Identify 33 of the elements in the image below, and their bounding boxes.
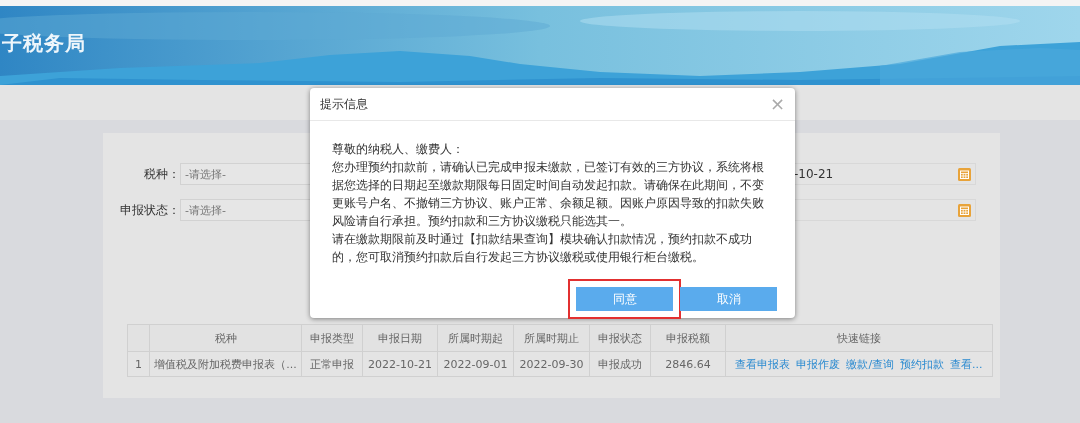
column-header: 申报类型 [301, 324, 363, 352]
table-cell: 2022-09-30 [513, 351, 590, 377]
site-title: 子税务局 [2, 30, 86, 57]
table-cell: 2846.64 [650, 351, 726, 377]
dialog-text: 尊敬的纳税人、缴费人： [332, 141, 465, 158]
dialog-text: 您办理预约扣款前，请确认已完成申报未缴款，已签订有效的三方协议，系统将根据您选择的日期起至缴款期限每日固定时间自动发起扣款。请确保在此期间，不变更账号户名、不撤销三方协议、账户正常、余额足额。因账户原因导致的扣款失败风险请自行承担。预约扣款和三方协议缴税只能选其一。 [332, 159, 765, 230]
dialog-text: 请在缴款期限前及时通过【扣款结果查询】模块确认扣款情况，预约扣款不成功的，您可取消预约扣款后自行发起三方协议缴税或使用银行柜台缴税。 [332, 231, 753, 266]
table-cell: 2022-09-01 [437, 351, 514, 377]
close-button[interactable]: × [769, 95, 785, 113]
column-header: 快速链接 [725, 324, 993, 352]
table-link[interactable]: 申报作废 [796, 356, 841, 372]
table-link[interactable]: 缴款/查询 [846, 356, 895, 372]
column-header: 所属时期止 [513, 324, 590, 352]
column-header: 税种 [149, 324, 302, 352]
table-link[interactable]: 查看... [950, 356, 983, 372]
table-link[interactable]: 查看申报表 [735, 356, 791, 372]
table-cell: 正常申报 [301, 351, 363, 377]
cancel-button[interactable]: 取消 [680, 287, 777, 311]
field-label: 申报状态： [119, 201, 180, 219]
table-cell: 2022-10-21 [362, 351, 438, 377]
agree-button[interactable]: 同意 [576, 287, 673, 311]
table-cell: 1 [127, 351, 150, 377]
table-link[interactable]: 预约扣款 [900, 356, 945, 372]
field-label: 税种： [143, 165, 180, 183]
calendar-icon[interactable] [958, 167, 971, 181]
column-header: 所属时期起 [437, 324, 514, 352]
column-header: 申报状态 [589, 324, 651, 352]
calendar-icon[interactable] [958, 203, 971, 217]
table-cell: 申报成功 [589, 351, 651, 377]
column-header: 申报税额 [650, 324, 726, 352]
dialog-title: 提示信息 [320, 95, 368, 113]
table-cell: 增值税及附加税费申报表（... [149, 351, 302, 377]
column-header: 申报日期 [362, 324, 438, 352]
